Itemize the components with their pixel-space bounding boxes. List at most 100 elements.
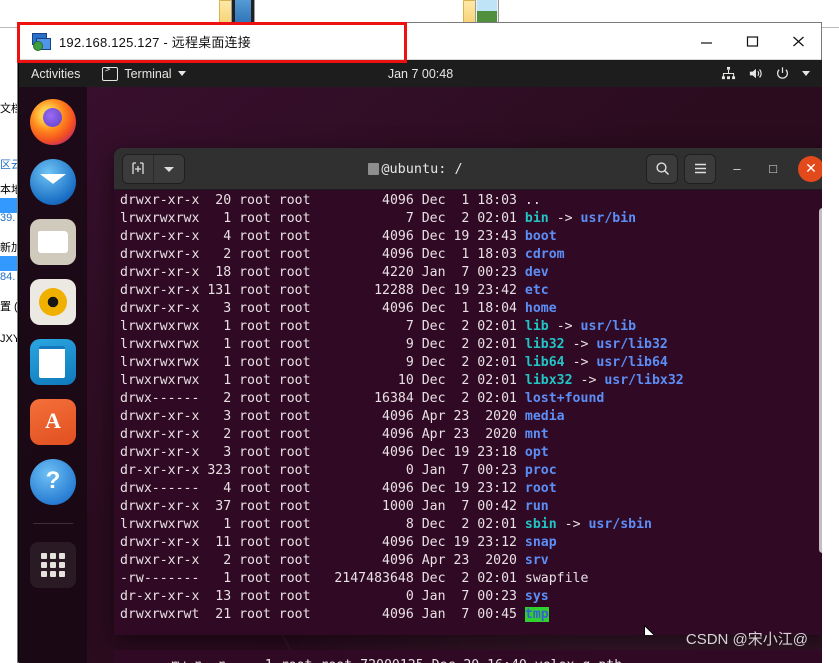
tab-dropdown-button[interactable] [153,154,184,183]
listing-entry-name: libx32 [524,373,573,388]
listing-metadata: drwxr-xr-x 20 root root 4096 Dec 1 18:03 [120,193,525,208]
listing-entry-name: home [524,301,557,316]
system-menu-chevron-down-icon[interactable] [802,71,810,76]
maximize-icon [746,35,758,47]
dock-item-writer[interactable] [30,339,76,385]
terminal-listing-row: lrwxrwxrwx 1 root root 8 Dec 2 02:01 sbi… [120,516,822,534]
dock-separator [33,523,73,524]
listing-metadata: lrwxrwxrwx 1 root root 7 Dec 2 02:01 [120,319,525,334]
dock-item-files[interactable] [30,219,76,265]
listing-entry-name: snap [524,535,557,550]
folder-thumbnail [231,0,255,24]
activities-button[interactable]: Activities [19,67,90,81]
listing-metadata: drwxr-xr-x 131 root root 12288 Dec 19 23… [120,283,525,298]
listing-entry-name: lost+found [524,391,605,406]
terminal-listing-row: drwxr-xr-x 37 root root 1000 Jan 7 00:42… [120,498,822,516]
dock-item-software[interactable] [30,399,76,445]
symlink-arrow: -> [556,517,589,532]
terminal-scrollbar[interactable] [819,208,822,553]
listing-metadata: drwx------ 4 root root 4096 Dec 19 23:12 [120,481,525,496]
symlink-arrow: -> [564,337,597,352]
terminal-search-button[interactable] [646,153,678,184]
listing-metadata: lrwxrwxrwx 1 root root 10 Dec 2 02:01 [120,373,525,388]
terminal-icon [102,65,119,81]
listing-metadata: drwxr-xr-x 2 root root 4096 Apr 23 2020 [120,553,525,568]
symlink-target: usr/bin [580,211,637,226]
clock-datetime[interactable]: Jan 7 00:48 [356,67,486,81]
rdp-window-controls [683,23,821,59]
terminal-output[interactable]: drwxr-xr-x 20 root root 4096 Dec 1 18:03… [114,190,822,635]
terminal-header-actions: – □ ✕ [646,153,822,184]
symlink-arrow: -> [564,355,597,370]
listing-metadata: drwxr-xr-x 3 root root 4096 Apr 23 2020 [120,409,525,424]
listing-entry-name: mnt [524,427,549,442]
ubuntu-session: Activities Terminal Jan 7 00:48 [19,60,822,663]
symlink-arrow: -> [548,211,581,226]
rdp-minimize-button[interactable] [683,23,729,59]
terminal-header-bar[interactable]: @ubuntu: / – □ ✕ [114,148,822,190]
dock-item-rhythmbox[interactable] [30,279,76,325]
terminal-listing-row: drwxr-xr-x 4 root root 4096 Dec 19 23:43… [120,228,822,246]
new-tab-button[interactable] [123,154,153,183]
terminal-close-button[interactable]: ✕ [798,155,822,182]
listing-metadata: lrwxrwxrwx 1 root root 7 Dec 2 02:01 [120,211,525,226]
listing-entry-name: root [524,481,557,496]
search-icon [655,162,669,176]
terminal-listing-row: -rw------- 1 root root 2147483648 Dec 2 … [120,570,822,588]
terminal-listing-row: lrwxrwxrwx 1 root root 9 Dec 2 02:01 lib… [120,354,822,372]
terminal-listing-row: drwxrwxrwt 21 root root 4096 Jan 7 00:45… [120,606,822,624]
terminal-listing-row: drwxr-xr-x 11 root root 4096 Dec 19 23:1… [120,534,822,552]
app-menu-terminal[interactable]: Terminal [102,65,186,81]
rdp-window-title: 192.168.125.127 - 远程桌面连接 [59,34,251,50]
listing-entry-name: dev [524,265,549,280]
app-menu-label: Terminal [124,66,172,81]
listing-metadata: dr-xr-xr-x 13 root root 0 Jan 7 00:23 [120,589,525,604]
new-tab-group [122,153,185,184]
listing-metadata: -rw------- 1 root root 2147483648 Dec 2 … [120,571,525,586]
listing-entry-name: etc [524,283,549,298]
listing-entry-name: .. [524,193,541,208]
terminal-maximize-button[interactable]: □ [758,155,788,183]
terminal-listing-row: lrwxrwxrwx 1 root root 7 Dec 2 02:01 bin… [120,210,822,228]
terminal-title-glyph [368,162,380,175]
rdp-maximize-button[interactable] [729,23,775,59]
listing-metadata: lrwxrwxrwx 1 root root 9 Dec 2 02:01 [120,355,525,370]
dock-item-firefox[interactable] [30,99,76,145]
show-applications-button[interactable] [30,542,76,588]
chevron-down-icon [177,71,186,76]
listing-metadata: drwxr-xr-x 4 root root 4096 Dec 19 23:43 [120,229,525,244]
rdp-close-button[interactable] [775,23,821,59]
network-icon [721,66,736,80]
mouse-cursor-icon [644,625,655,635]
terminal-minimize-button[interactable]: – [722,155,752,183]
chevron-down-icon [164,166,174,172]
terminal-listing-row: drwx------ 4 root root 4096 Dec 19 23:12… [120,480,822,498]
host-highlight-2 [0,256,17,271]
terminal-listing-row: drwxr-xr-x 18 root root 4220 Jan 7 00:23… [120,264,822,282]
listing-entry-name: lib64 [524,355,565,370]
listing-metadata: drwxr-xr-x 3 root root 4096 Dec 19 23:18 [120,445,525,460]
gnome-top-bar: Activities Terminal Jan 7 00:48 [19,60,822,87]
dock-item-help[interactable] [30,459,76,505]
terminal-listing-row: dr-xr-xr-x 13 root root 0 Jan 7 00:23 sy… [120,588,822,606]
symlink-target: usr/lib64 [596,355,668,370]
listing-entry-name: swapfile [524,571,589,586]
hamburger-icon [694,163,706,174]
listing-entry-name: bin [524,211,549,226]
terminal-listing-row: drwxrwxr-x 2 root root 4096 Dec 1 18:03 … [120,246,822,264]
terminal-listing-row: lrwxrwxrwx 1 root root 9 Dec 2 02:01 lib… [120,336,822,354]
watermark: CSDN @宋小江@ [685,631,808,648]
host-highlight-1 [0,198,17,213]
system-tray[interactable] [721,66,822,81]
host-text-6: 置 ( [0,301,18,313]
rdp-titlebar[interactable]: 192.168.125.127 - 远程桌面连接 [18,23,821,60]
listing-metadata: drwxr-xr-x 2 root root 4096 Apr 23 2020 [120,427,525,442]
connection-badge-icon [33,41,43,51]
dock-item-thunderbird[interactable] [30,159,76,205]
listing-entry-name: media [524,409,565,424]
listing-entry-name: sys [524,589,549,604]
listing-entry-name: lib32 [524,337,565,352]
terminal-menu-button[interactable] [684,153,716,184]
listing-entry-name: cdrom [524,247,565,262]
listing-metadata: drwxrwxrwt 21 root root 4096 Jan 7 00:45 [120,607,525,622]
